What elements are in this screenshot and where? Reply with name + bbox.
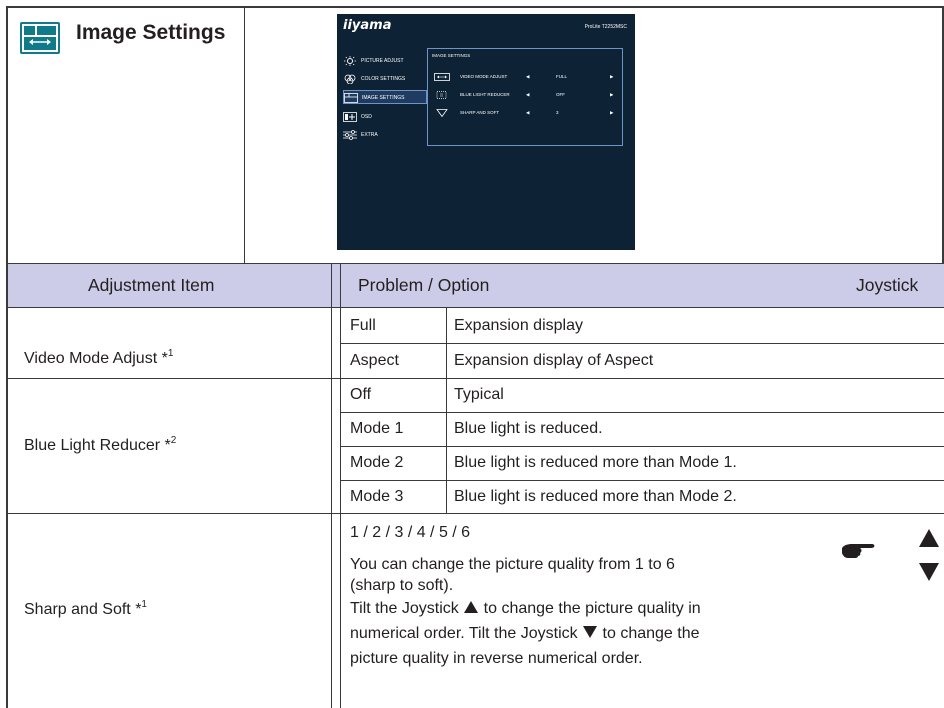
frame-top-border [6, 6, 944, 8]
osd-menu-image-settings: IMAGE SETTINGS [343, 90, 427, 104]
osd-panel: IMAGE SETTINGS VIDEO MODE ADJUST ◀ FULL … [427, 48, 623, 146]
desc-mode-2: Blue light is reduced more than Mode 1. [454, 454, 737, 471]
sharp-soft-line-5: picture quality in reverse numerical ord… [350, 650, 643, 667]
blue-light-icon [434, 91, 450, 99]
triangle-down-icon [918, 562, 940, 587]
desc-aspect: Expansion display of Aspect [454, 352, 654, 369]
triangle-up-icon [464, 601, 479, 613]
option-mode-3: Mode 3 [350, 488, 404, 505]
osd-menu-extra: EXTRA [343, 128, 427, 142]
sharp-soft-line-1: You can change the picture quality from … [350, 556, 675, 573]
row-divider [340, 480, 944, 481]
osd-row-blue-light: BLUE LIGHT REDUCER ◀ OFF ▶ [432, 89, 622, 101]
header-problem-option: Problem / Option [358, 275, 490, 295]
option-mode-1: Mode 1 [350, 420, 404, 437]
option-full: Full [350, 317, 376, 334]
image-settings-icon [344, 92, 358, 103]
triangle-down-icon [583, 626, 598, 638]
osd-menu-osd: OSD [343, 110, 427, 124]
header-joystick: Joystick [856, 275, 919, 295]
osd-menu-picture-adjust: PICTURE ADJUST [343, 54, 427, 68]
image-settings-icon [20, 22, 60, 54]
row-divider [340, 343, 944, 344]
section-divider [244, 6, 245, 264]
hand-pointer-icon [840, 540, 876, 565]
osd-row-video-mode: VIDEO MODE ADJUST ◀ FULL ▶ [432, 71, 622, 83]
table-header-bottom-border [6, 307, 944, 308]
triangle-up-icon [918, 528, 940, 553]
column-divider-a [331, 264, 332, 708]
triangle-down-icon [434, 109, 450, 118]
row-divider [6, 513, 944, 514]
section-title: Image Settings [76, 21, 226, 44]
osd-logo: iiyama [343, 18, 392, 33]
frame-left-border [6, 6, 8, 708]
header-adjustment-item: Adjustment Item [88, 275, 215, 295]
osd-panel-title: IMAGE SETTINGS [432, 53, 471, 58]
brightness-icon [343, 55, 357, 66]
desc-full: Expansion display [454, 317, 583, 334]
item-blue-light-reducer: Blue Light Reducer *2 [24, 435, 177, 454]
sharp-soft-line-4: numerical order. Tilt the Joystick to ch… [350, 625, 700, 642]
row-divider [340, 446, 944, 447]
desc-mode-3: Blue light is reduced more than Mode 2. [454, 488, 737, 505]
option-aspect: Aspect [350, 352, 399, 369]
desc-off: Typical [454, 386, 504, 403]
option-mode-2: Mode 2 [350, 454, 404, 471]
color-wheel-icon [343, 74, 357, 85]
aspect-icon [434, 73, 450, 81]
item-sharp-and-soft: Sharp and Soft *1 [24, 599, 147, 618]
item-video-mode-adjust: Video Mode Adjust *1 [24, 348, 174, 367]
option-desc-divider [446, 308, 447, 513]
osd-icon [343, 111, 357, 122]
sharp-soft-line-3: Tilt the Joystick to change the picture … [350, 600, 701, 617]
sharp-soft-line-2: (sharp to soft). [350, 577, 454, 594]
osd-preview: iiyama ProLite T2252MSC PICTURE ADJUST C… [337, 14, 635, 250]
row-divider [6, 378, 944, 379]
sharp-soft-values: 1 / 2 / 3 / 4 / 5 / 6 [350, 524, 471, 541]
osd-model: ProLite T2252MSC [584, 24, 627, 30]
column-divider-b [340, 264, 341, 708]
row-divider [340, 412, 944, 413]
osd-row-sharp-soft: SHARP AND SOFT ◀ 3 ▶ [432, 107, 622, 119]
osd-menu-color-settings: COLOR SETTINGS [343, 72, 427, 86]
desc-mode-1: Blue light is reduced. [454, 420, 603, 437]
option-off: Off [350, 386, 372, 403]
sliders-icon [343, 129, 357, 140]
